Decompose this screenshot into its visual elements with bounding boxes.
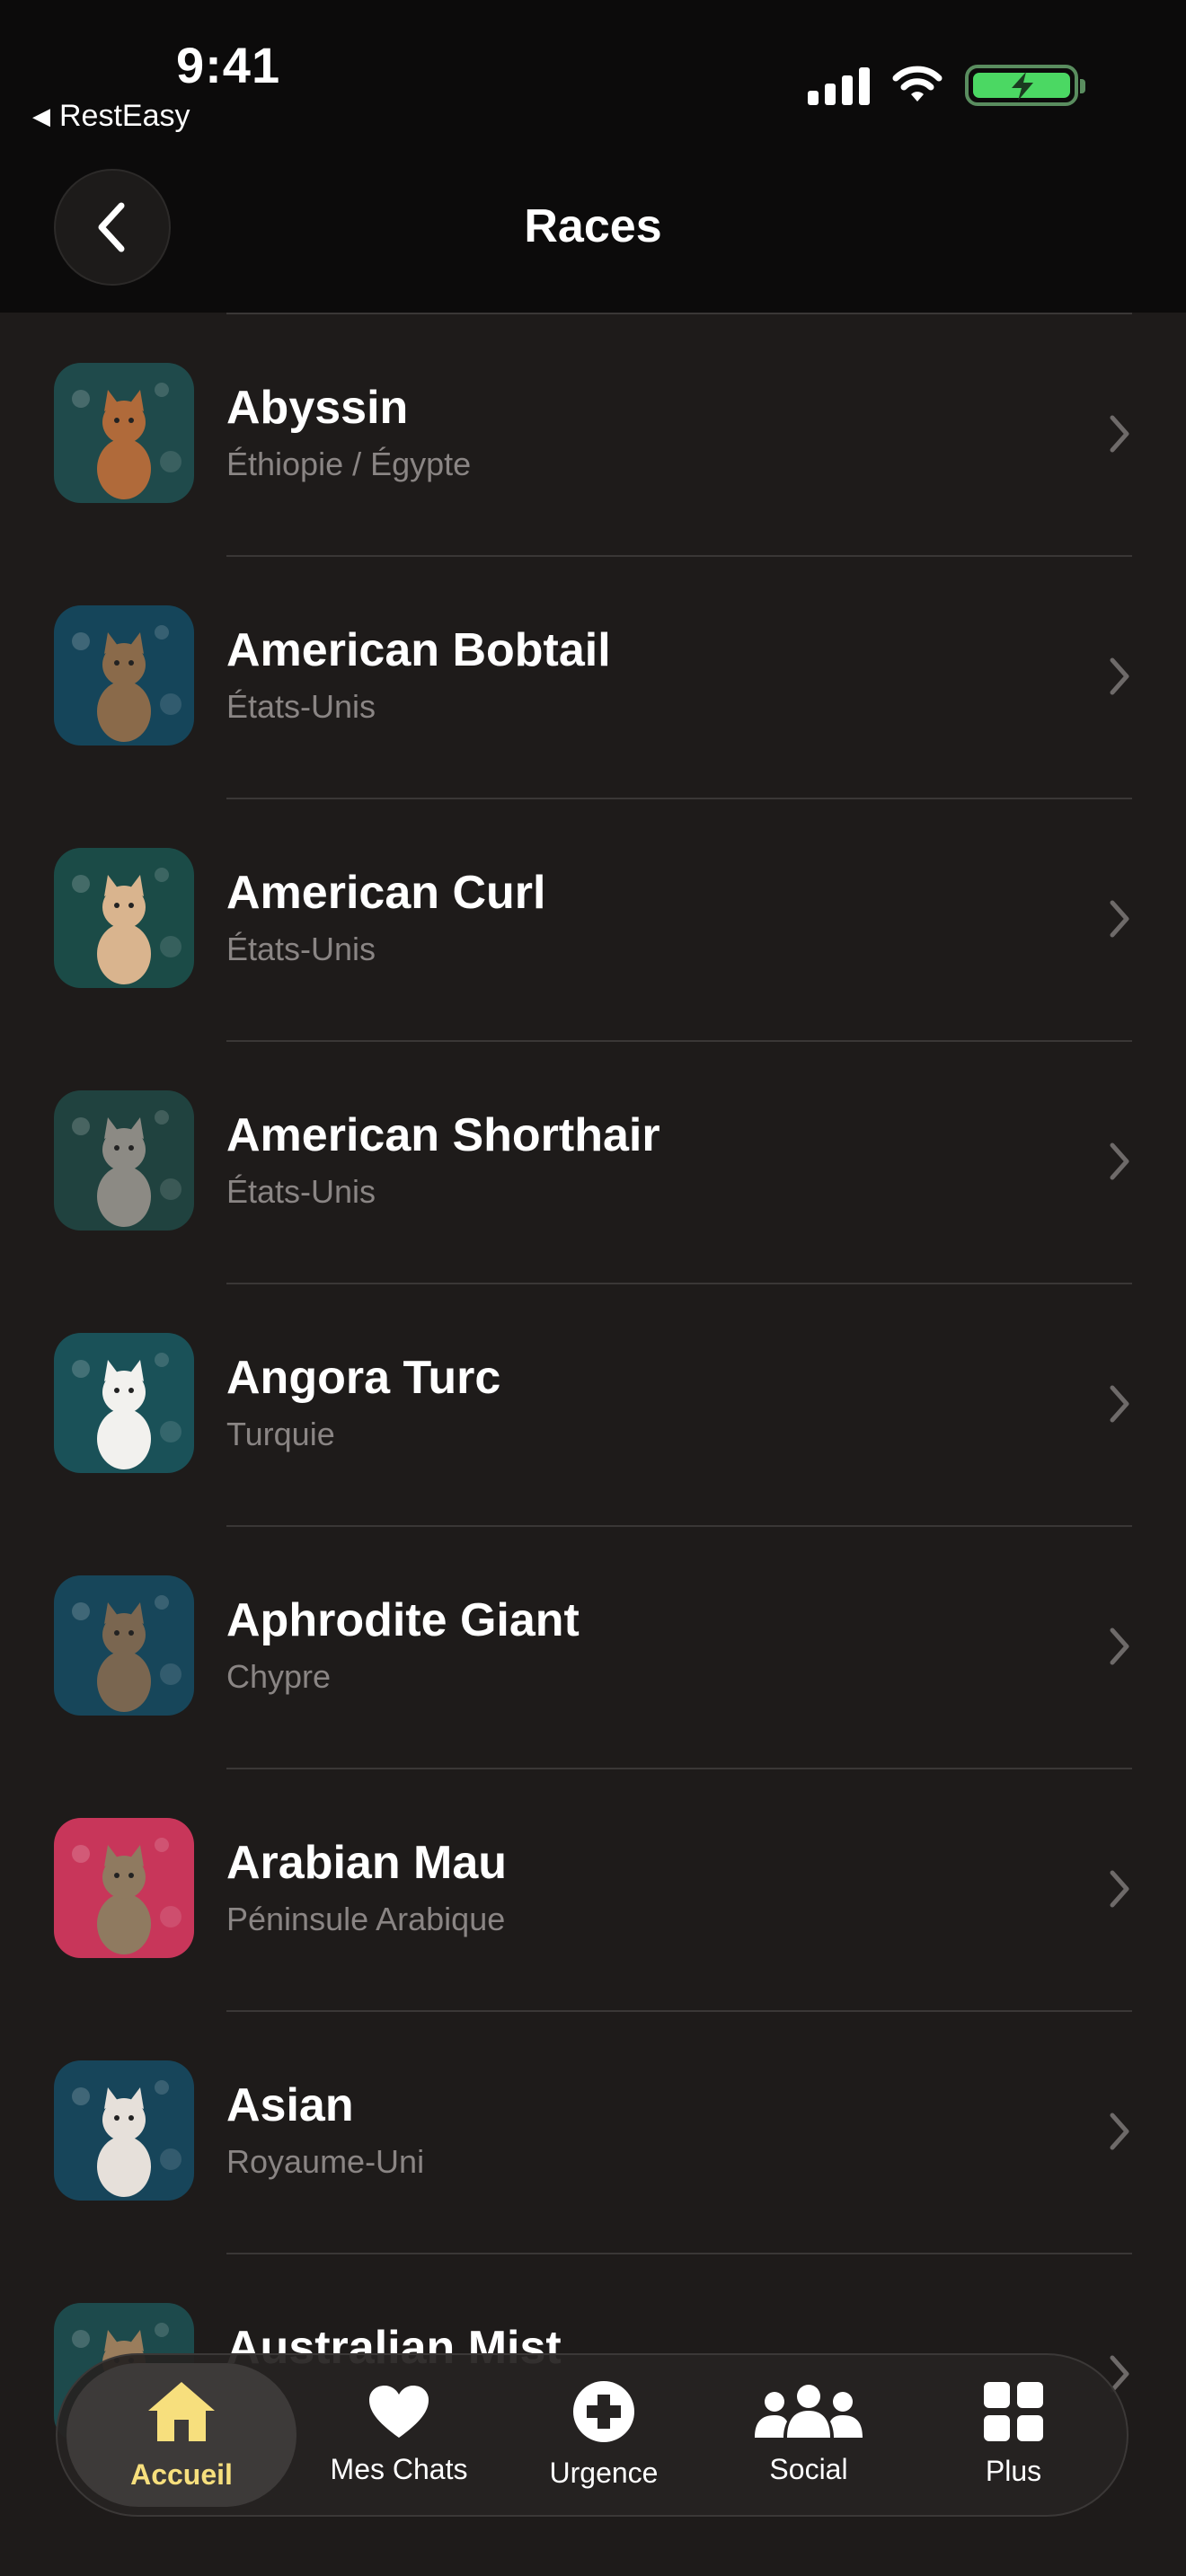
tab-label: Mes Chats: [330, 2453, 468, 2485]
people-icon: [751, 2384, 866, 2444]
chevron-right-icon: [1110, 1628, 1129, 1665]
home-icon: [145, 2378, 218, 2449]
status-icons: [808, 65, 1085, 106]
breed-origin: Turquie: [226, 1416, 335, 1452]
breed-row[interactable]: Asian Royaume-Uni: [0, 2010, 1186, 2253]
top-bar: 9:41 ◀ RestEasy Races: [0, 0, 1186, 313]
tab-social[interactable]: Social: [706, 2363, 911, 2507]
breed-row[interactable]: Abyssin Éthiopie / Égypte: [0, 313, 1186, 555]
chevron-right-icon: [1110, 1142, 1129, 1180]
page-title: Races: [524, 200, 662, 252]
breed-photo: [54, 1818, 194, 1958]
tab-label: Social: [769, 2453, 848, 2485]
breed-list: Abyssin Éthiopie / Égypte American Bobta…: [0, 313, 1186, 2495]
breed-row[interactable]: American Curl États-Unis: [0, 798, 1186, 1040]
breed-name: American Bobtail: [226, 624, 611, 676]
breed-photo: [54, 848, 194, 988]
tab-accueil[interactable]: Accueil: [66, 2363, 296, 2507]
chevron-right-icon: [1110, 415, 1129, 453]
tab-label: Plus: [985, 2455, 1042, 2487]
breed-photo: [54, 605, 194, 745]
breed-name: Angora Turc: [226, 1352, 501, 1404]
breed-row[interactable]: American Shorthair États-Unis: [0, 1040, 1186, 1283]
cross-icon: [572, 2380, 635, 2448]
breed-photo: [54, 1090, 194, 1231]
breed-name: Arabian Mau: [226, 1837, 508, 1889]
breed-origin: Royaume-Uni: [226, 2143, 425, 2180]
tab-label: Accueil: [130, 2458, 233, 2491]
breed-origin: États-Unis: [226, 1173, 376, 1210]
chevron-right-icon: [1110, 657, 1129, 695]
tab-plus[interactable]: Plus: [911, 2363, 1116, 2507]
breed-origin: Péninsule Arabique: [226, 1901, 506, 1937]
breed-origin: États-Unis: [226, 931, 376, 967]
back-app-label: RestEasy: [59, 99, 190, 133]
breed-origin: États-Unis: [226, 688, 376, 725]
battery-charging-icon: [965, 65, 1085, 106]
back-triangle-icon: ◀: [32, 102, 50, 129]
cellular-signal-icon: [808, 66, 870, 105]
breed-photo: [54, 1575, 194, 1716]
breed-origin: Éthiopie / Égypte: [226, 446, 472, 482]
wifi-icon: [892, 66, 943, 101]
heart-icon: [367, 2384, 430, 2444]
breed-photo: [54, 2060, 194, 2201]
tab-bar: Accueil Mes Chats Urgence Social Plus: [56, 2353, 1128, 2517]
breed-name: American Curl: [226, 867, 546, 919]
grid-icon: [984, 2382, 1043, 2446]
breed-name: American Shorthair: [226, 1109, 660, 1161]
chevron-right-icon: [1110, 1870, 1129, 1908]
breed-row[interactable]: American Bobtail États-Unis: [0, 555, 1186, 798]
breed-row[interactable]: Arabian Mau Péninsule Arabique: [0, 1768, 1186, 2010]
breed-photo: [54, 363, 194, 503]
chevron-right-icon: [1110, 900, 1129, 938]
breed-name: Abyssin: [226, 382, 409, 434]
back-to-app-link[interactable]: ◀ RestEasy: [32, 99, 190, 134]
chevron-right-icon: [1110, 1385, 1129, 1423]
breed-photo: [54, 1333, 194, 1473]
tab-mes-chats[interactable]: Mes Chats: [296, 2363, 501, 2507]
breed-row[interactable]: Angora Turc Turquie: [0, 1283, 1186, 1525]
breed-name: Asian: [226, 2079, 354, 2131]
breed-origin: Chypre: [226, 1658, 332, 1695]
chevron-right-icon: [1110, 2113, 1129, 2150]
tab-urgence[interactable]: Urgence: [501, 2363, 706, 2507]
breed-name: Aphrodite Giant: [226, 1594, 580, 1646]
status-time: 9:41: [176, 37, 281, 93]
breed-row[interactable]: Aphrodite Giant Chypre: [0, 1525, 1186, 1768]
bottom-edge: [0, 2519, 1186, 2576]
tab-label: Urgence: [549, 2457, 659, 2489]
